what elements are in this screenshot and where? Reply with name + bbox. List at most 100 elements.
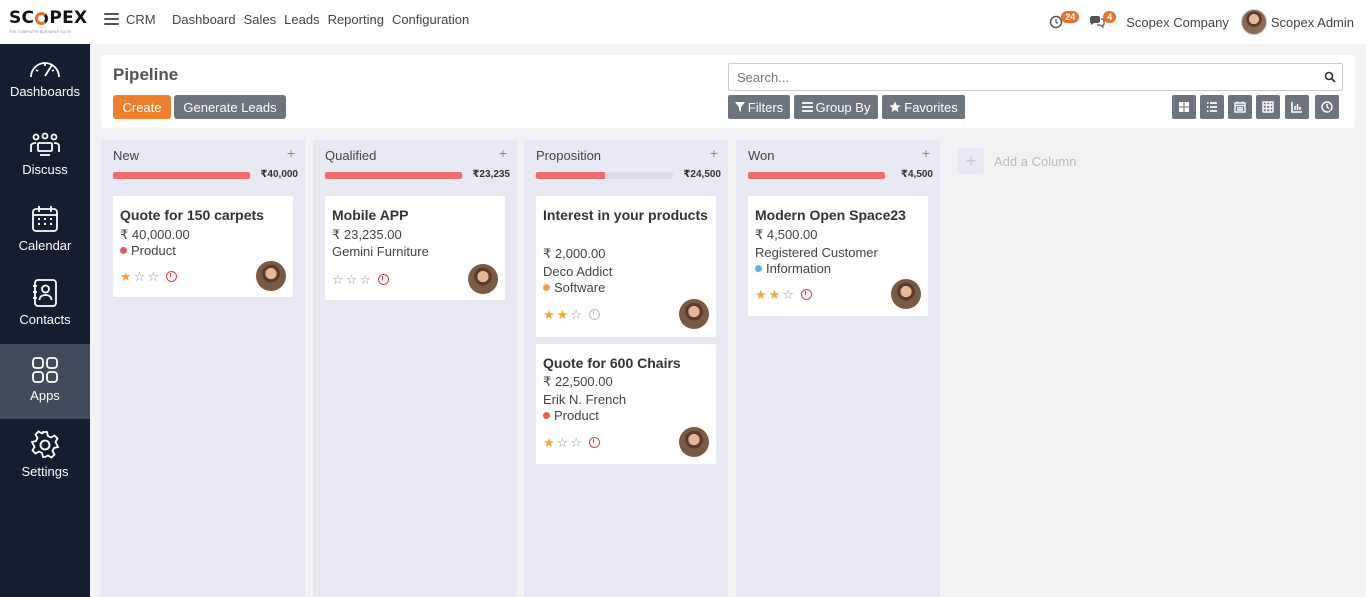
logo-o-mark <box>35 11 49 25</box>
column-progress-bar[interactable] <box>748 172 885 179</box>
sidebar-label-calendar: Calendar <box>18 238 72 253</box>
generate-leads-button[interactable]: Generate Leads <box>174 95 286 119</box>
star-filled-icon[interactable]: ★ <box>120 270 132 283</box>
sidebar-item-contacts[interactable]: Contacts <box>0 278 90 327</box>
sidebar-item-dashboards[interactable]: Dashboards <box>0 58 90 99</box>
graph-view-button[interactable] <box>1285 95 1309 119</box>
priority-stars[interactable]: ★ ☆ ☆ <box>120 270 177 283</box>
logo-tagline: THE COMPLETE BUSINESS SUITE <box>9 30 72 34</box>
priority-stars[interactable]: ★ ☆ ☆ <box>543 436 600 449</box>
favorites-button[interactable]: Favorites <box>882 95 965 119</box>
star-filled-icon[interactable]: ★ <box>755 288 767 301</box>
sidebar-item-discuss[interactable]: Discuss <box>0 132 90 177</box>
quick-create-icon[interactable]: + <box>499 145 507 161</box>
kanban-card[interactable]: Modern Open Space23 ₹ 4,500.00 Registere… <box>748 196 928 316</box>
card-tag: Product <box>120 243 176 258</box>
salesperson-avatar <box>468 264 498 294</box>
star-empty-icon[interactable]: ☆ <box>346 273 358 286</box>
card-tag: Product <box>543 408 599 423</box>
column-total: ₹4,500 <box>901 169 933 180</box>
priority-stars[interactable]: ☆ ☆ ☆ <box>332 273 389 286</box>
main-menu: Dashboard Sales Leads Reporting Configur… <box>172 12 469 27</box>
hamburger-menu-icon[interactable] <box>104 13 119 25</box>
column-title[interactable]: New <box>113 148 139 163</box>
logo-text-left: SC <box>9 8 35 28</box>
kanban-card[interactable]: Interest in your products ₹ 2,000.00 Dec… <box>536 196 716 337</box>
control-panel: Pipeline Create Generate Leads Filters G… <box>101 55 1355 128</box>
add-column-button[interactable]: + Add a Column <box>958 148 1076 174</box>
search-icon[interactable] <box>1324 71 1336 83</box>
star-filled-icon[interactable]: ★ <box>769 288 781 301</box>
star-icon <box>889 101 901 112</box>
activity-clock-icon[interactable] <box>588 309 600 320</box>
calendar-view-button[interactable] <box>1228 95 1252 119</box>
star-filled-icon[interactable]: ★ <box>543 308 555 321</box>
tag-color-dot <box>543 412 550 419</box>
priority-stars[interactable]: ★ ★ ☆ <box>543 308 600 321</box>
activity-clock-icon[interactable] <box>165 271 177 282</box>
company-switcher[interactable]: Scopex Company <box>1126 15 1229 30</box>
gear-icon <box>30 430 60 459</box>
activity-clock-icon[interactable] <box>800 289 812 300</box>
kanban-column-new: New + ₹40,000 Quote for 150 carpets ₹ 40… <box>101 140 305 597</box>
column-progress-bar[interactable] <box>536 172 673 179</box>
star-filled-icon[interactable]: ★ <box>543 436 555 449</box>
search-input[interactable] <box>729 64 1309 90</box>
activity-view-button[interactable] <box>1315 95 1339 119</box>
sidebar-item-apps[interactable]: Apps <box>0 344 90 419</box>
activities-button[interactable]: 24 <box>1049 11 1080 29</box>
star-empty-icon[interactable]: ☆ <box>359 273 371 286</box>
menu-configuration[interactable]: Configuration <box>392 12 469 27</box>
sidebar-label-dashboards: Dashboards <box>9 84 81 99</box>
menu-reporting[interactable]: Reporting <box>328 12 384 27</box>
sidebar-item-settings[interactable]: Settings <box>0 430 90 479</box>
filters-button[interactable]: Filters <box>728 95 790 119</box>
scopex-logo[interactable]: SC PEX THE COMPLETE BUSINESS SUITE <box>9 8 89 38</box>
menu-leads[interactable]: Leads <box>284 12 319 27</box>
list-view-button[interactable] <box>1200 95 1224 119</box>
kanban-card[interactable]: Quote for 600 Chairs ₹ 22,500.00 Erik N.… <box>536 344 716 464</box>
group-by-button[interactable]: Group By <box>794 95 878 119</box>
sidebar-item-calendar[interactable]: Calendar <box>0 204 90 253</box>
calendar-icon <box>32 206 58 232</box>
user-avatar[interactable] <box>1240 9 1267 35</box>
quick-create-icon[interactable]: + <box>287 145 295 161</box>
column-progress-bar[interactable] <box>113 172 250 179</box>
quick-create-icon[interactable]: + <box>922 145 930 161</box>
column-title[interactable]: Won <box>748 148 775 163</box>
column-progress-bar[interactable] <box>325 172 462 179</box>
user-menu[interactable]: Scopex Admin <box>1271 15 1354 30</box>
star-empty-icon[interactable]: ☆ <box>557 436 569 449</box>
card-partner: Erik N. French <box>543 392 627 407</box>
star-empty-icon[interactable]: ☆ <box>134 270 146 283</box>
column-title[interactable]: Proposition <box>536 148 601 163</box>
create-button[interactable]: Create <box>113 95 171 119</box>
contacts-icon <box>33 279 57 307</box>
star-empty-icon[interactable]: ☆ <box>782 288 794 301</box>
kanban-view-button[interactable] <box>1172 95 1196 119</box>
column-title[interactable]: Qualified <box>325 148 376 163</box>
star-empty-icon[interactable]: ☆ <box>570 436 582 449</box>
priority-stars[interactable]: ★ ★ ☆ <box>755 288 812 301</box>
activity-clock-icon[interactable] <box>377 274 389 285</box>
kanban-column-qualified: Qualified + ₹23,235 Mobile APP ₹ 23,235.… <box>313 140 517 597</box>
activity-clock-icon[interactable] <box>588 437 600 448</box>
app-name[interactable]: CRM <box>126 12 156 27</box>
sidebar-label-discuss: Discuss <box>22 162 68 177</box>
star-empty-icon[interactable]: ☆ <box>147 270 159 283</box>
star-empty-icon[interactable]: ☆ <box>570 308 582 321</box>
progress-fill <box>748 172 885 179</box>
card-amount: ₹ 22,500.00 <box>543 374 613 389</box>
kanban-card[interactable]: Quote for 150 carpets ₹ 40,000.00 Produc… <box>113 196 293 297</box>
card-partner: Gemini Furniture <box>332 244 429 259</box>
pivot-view-button[interactable] <box>1256 95 1280 119</box>
pivot-view-icon <box>1262 101 1274 113</box>
star-empty-icon[interactable]: ☆ <box>332 273 344 286</box>
star-filled-icon[interactable]: ★ <box>557 308 569 321</box>
quick-create-icon[interactable]: + <box>710 145 718 161</box>
card-title: Interest in your products <box>543 207 708 223</box>
messages-button[interactable]: 4 <box>1089 11 1117 29</box>
menu-sales[interactable]: Sales <box>244 12 277 27</box>
kanban-card[interactable]: Mobile APP ₹ 23,235.00 Gemini Furniture … <box>325 196 505 300</box>
menu-dashboard[interactable]: Dashboard <box>172 12 236 27</box>
